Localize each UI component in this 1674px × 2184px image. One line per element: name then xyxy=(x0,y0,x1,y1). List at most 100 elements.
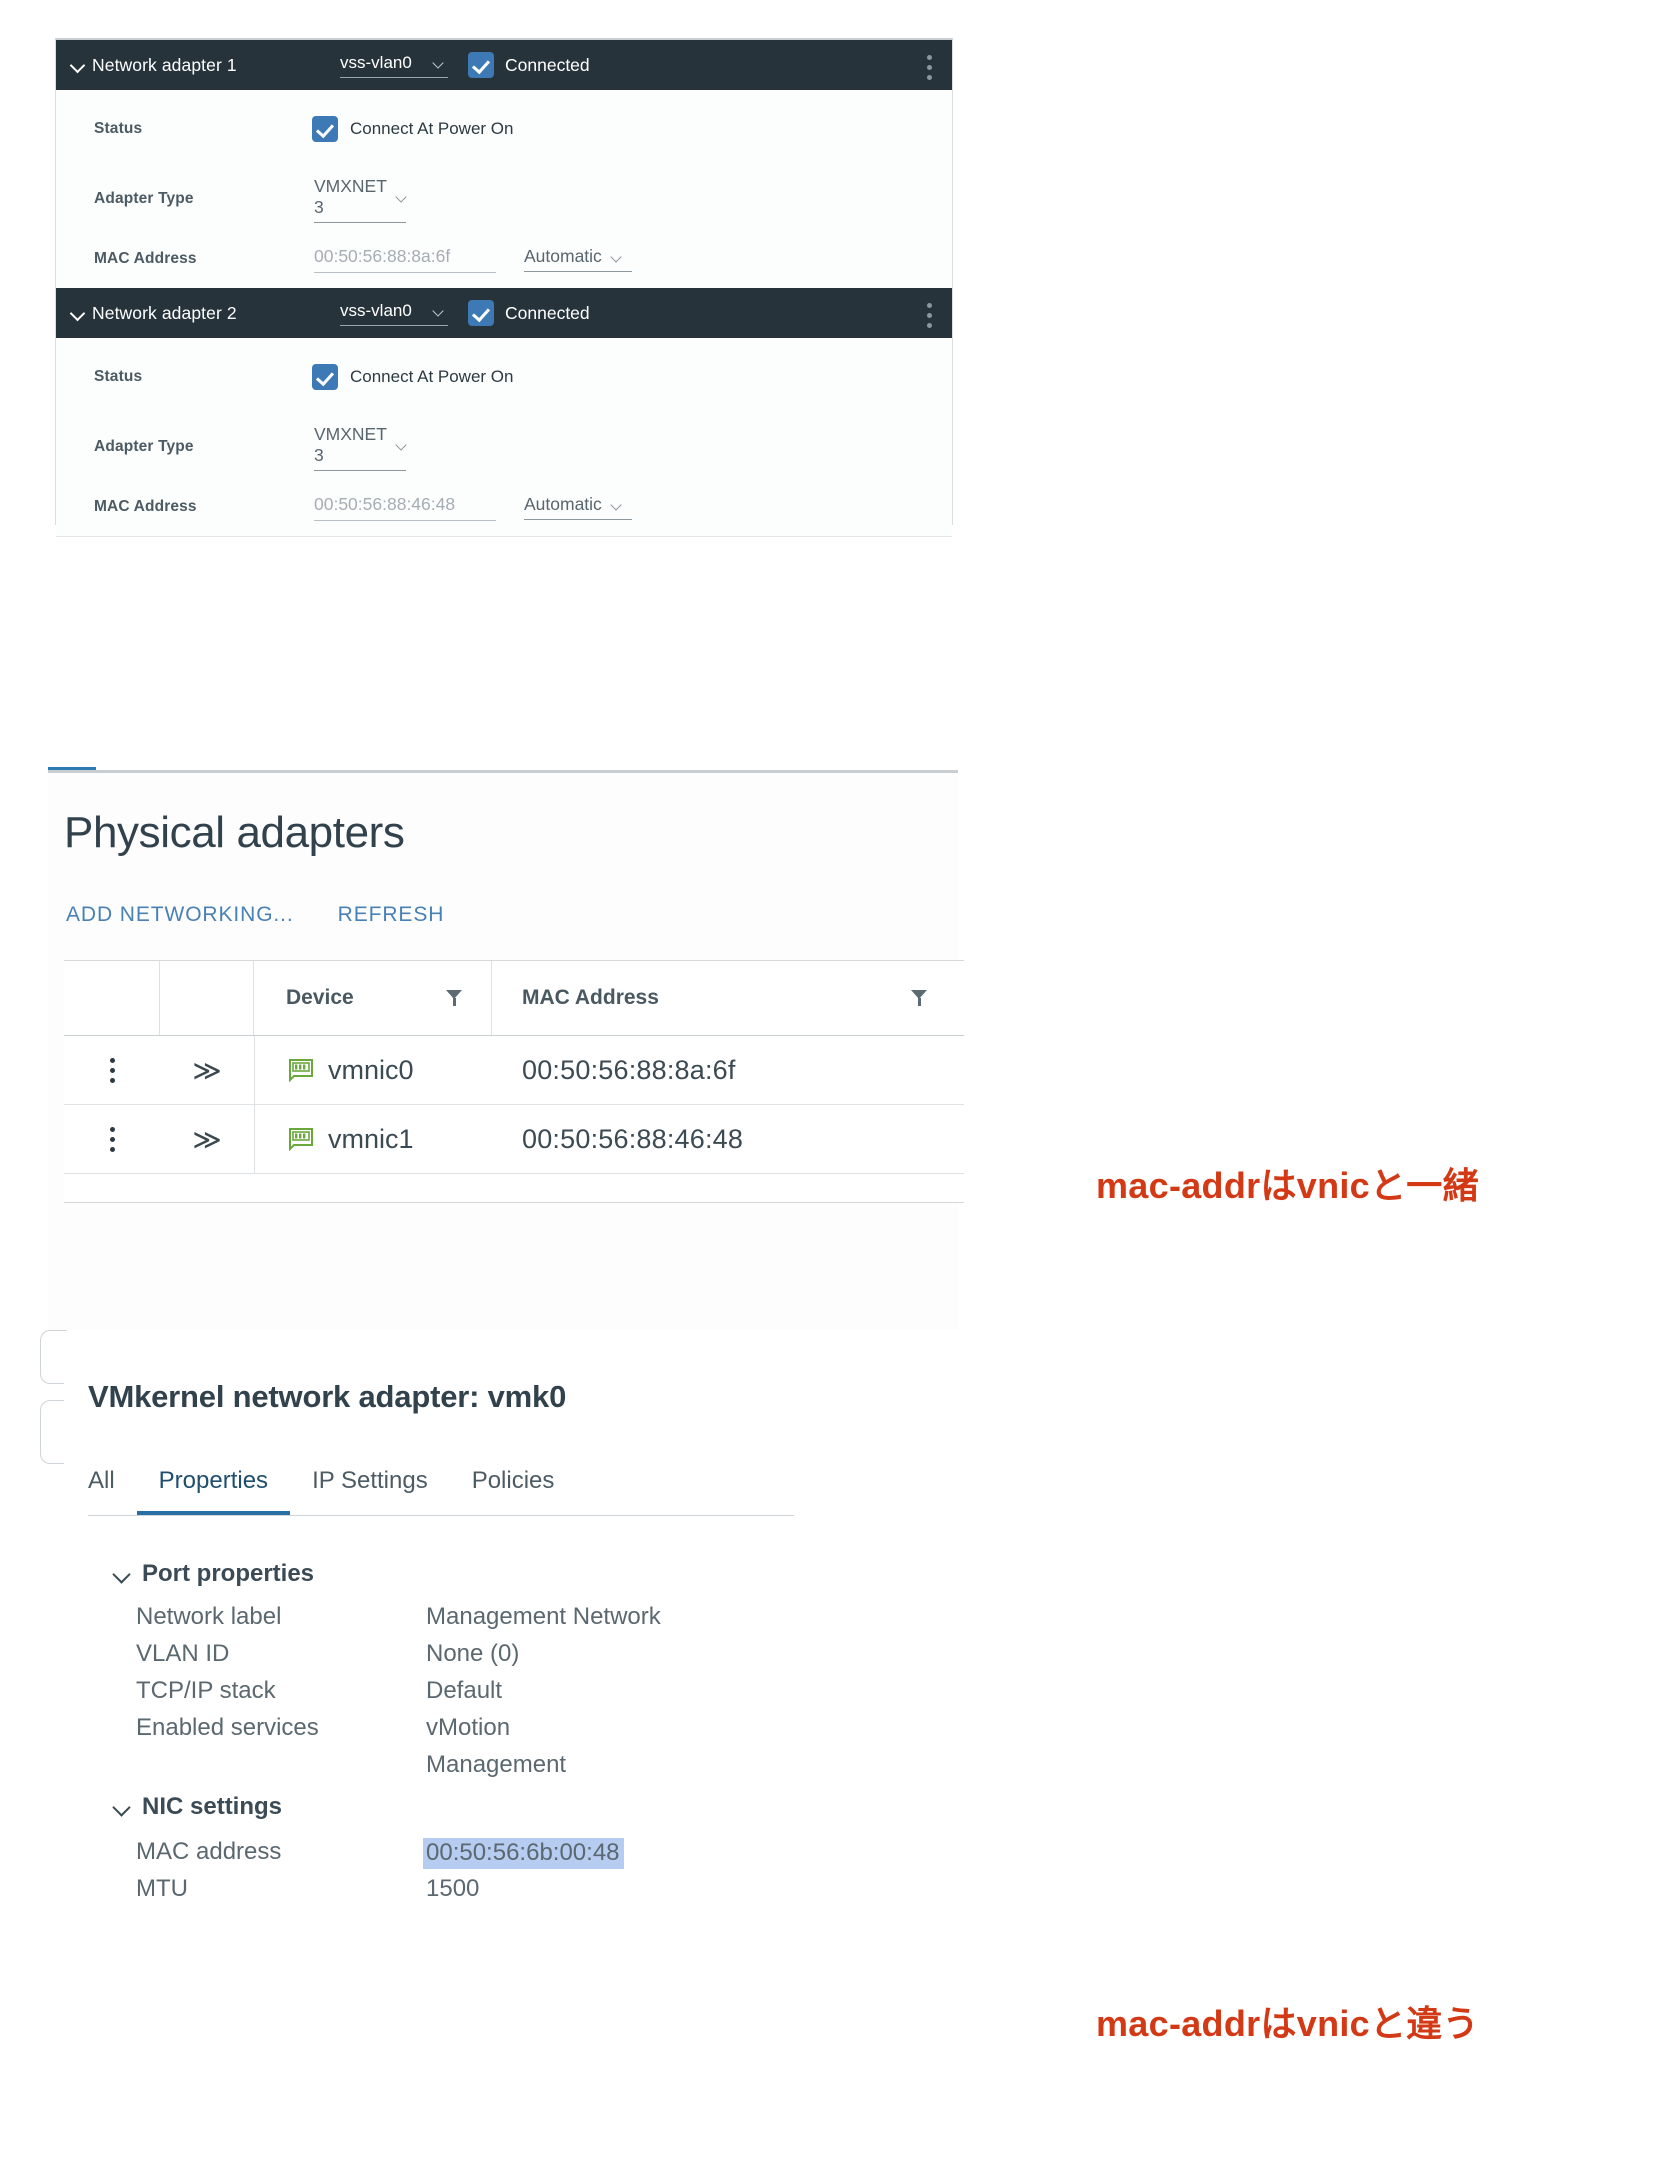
chevron-down-icon xyxy=(432,55,448,71)
panel-divider xyxy=(56,536,952,537)
expand-chevrons-icon[interactable]: ≫ xyxy=(192,1054,221,1087)
network-adapter-2-header[interactable]: Network adapter 2 vss-vlan0 Connected xyxy=(56,288,952,338)
row-expand-cell[interactable]: ≫ xyxy=(160,1036,254,1104)
nic-mac-address-key: MAC address xyxy=(136,1838,282,1865)
network-adapter-1-header[interactable]: Network adapter 1 vss-vlan0 Connected xyxy=(56,40,952,90)
tab-policies[interactable]: Policies xyxy=(450,1463,577,1515)
adapter2-adapter-type-value: VMXNET 3 xyxy=(314,423,387,465)
network-adapter-2-network-select[interactable]: vss-vlan0 xyxy=(340,301,448,326)
adapter2-adapter-type-label: Adapter Type xyxy=(94,438,194,455)
row-expand-cell[interactable]: ≫ xyxy=(160,1105,254,1173)
row-mac-cell: 00:50:56:88:46:48 xyxy=(492,1105,954,1173)
tab-properties[interactable]: Properties xyxy=(136,1463,291,1515)
adapter2-mac-input[interactable]: 00:50:56:88:46:48 xyxy=(314,494,496,521)
network-adapter-1-network-select[interactable]: vss-vlan0 xyxy=(340,53,448,78)
row-more-menu-icon[interactable] xyxy=(109,1057,115,1083)
table-footer-space xyxy=(64,1174,964,1203)
filter-icon[interactable] xyxy=(911,989,928,1007)
adapter1-adapter-type-select[interactable]: VMXNET 3 xyxy=(314,176,406,223)
adapter1-adapter-type-label: Adapter Type xyxy=(94,190,194,207)
network-adapter-2-network-value: vss-vlan0 xyxy=(340,300,412,320)
row-device-cell: vmnic1 xyxy=(254,1105,492,1173)
adapter1-mac-mode-select[interactable]: Automatic xyxy=(524,246,632,272)
panel-edge-artifact xyxy=(40,1400,67,1464)
physical-adapters-table: Device MAC Address ≫ vmnic0 00:50:56:88:… xyxy=(64,960,964,1203)
chevron-down-icon[interactable] xyxy=(70,57,86,73)
network-adapter-2-connected-toggle[interactable]: Connected xyxy=(468,300,590,326)
row-device-cell: vmnic0 xyxy=(254,1036,492,1104)
adapter1-connect-at-power-on[interactable]: Connect At Power On xyxy=(312,116,513,142)
adapter1-adapter-type-value: VMXNET 3 xyxy=(314,175,387,217)
add-networking-button[interactable]: ADD NETWORKING... xyxy=(66,903,294,927)
network-adapter-2-body: Status Connect At Power On Adapter Type … xyxy=(56,338,952,537)
checkbox-checked-icon[interactable] xyxy=(468,52,494,78)
refresh-button[interactable]: REFRESH xyxy=(338,903,445,927)
chevron-down-icon[interactable] xyxy=(112,1564,132,1584)
adapter1-status-row: Status Connect At Power On xyxy=(56,90,952,168)
nic-settings-group-title: NIC settings xyxy=(142,1793,283,1820)
network-adapter-1-body: Status Connect At Power On Adapter Type … xyxy=(56,90,952,288)
chevron-down-icon xyxy=(610,249,626,265)
row-more-menu-icon[interactable] xyxy=(109,1126,115,1152)
adapter2-adapter-type-select[interactable]: VMXNET 3 xyxy=(314,424,406,471)
annotation-mac-differs-from-vnic: mac-addrはvnicと違う xyxy=(1096,2003,1479,2044)
chevron-down-icon xyxy=(395,437,406,453)
table-header-row: Device MAC Address xyxy=(64,961,964,1036)
network-adapter-1-connected-label: Connected xyxy=(505,54,590,75)
network-adapter-1-connected-toggle[interactable]: Connected xyxy=(468,52,590,78)
vmkernel-title: VMkernel network adapter: vmk0 xyxy=(88,1379,567,1414)
chevron-down-icon xyxy=(395,189,406,205)
checkbox-checked-icon[interactable] xyxy=(312,364,338,390)
header-cell-device[interactable]: Device xyxy=(254,961,492,1035)
header-device-label: Device xyxy=(286,986,354,1009)
header-cell-mac-address[interactable]: MAC Address xyxy=(492,961,954,1035)
adapter1-mac-input[interactable]: 00:50:56:88:8a:6f xyxy=(314,246,496,273)
annotation-mac-same-as-vnic: mac-addrはvnicと一緒 xyxy=(1096,1165,1479,1206)
device-mac: 00:50:56:88:8a:6f xyxy=(522,1054,736,1085)
tab-all[interactable]: All xyxy=(88,1463,137,1515)
chevron-down-icon xyxy=(610,497,626,513)
device-mac: 00:50:56:88:46:48 xyxy=(522,1123,744,1154)
tab-ip-settings[interactable]: IP Settings xyxy=(290,1463,450,1515)
table-row[interactable]: ≫ vmnic1 00:50:56:88:46:48 xyxy=(64,1105,964,1174)
network-adapter-2-more-menu-icon[interactable] xyxy=(926,303,932,328)
enabled-services-value-1: vMotion xyxy=(426,1714,511,1741)
port-properties-group-header[interactable]: Port properties xyxy=(112,1560,314,1588)
row-actions-cell[interactable] xyxy=(64,1036,160,1104)
physical-adapters-actions: ADD NETWORKING... REFRESH xyxy=(66,903,444,927)
adapter2-mac-mode-value: Automatic xyxy=(524,494,602,514)
tcpip-stack-key: TCP/IP stack xyxy=(136,1677,276,1704)
expand-chevrons-icon[interactable]: ≫ xyxy=(192,1123,221,1156)
network-adapter-1-network-value: vss-vlan0 xyxy=(340,52,412,72)
chevron-down-icon[interactable] xyxy=(112,1797,132,1817)
header-cell-expand xyxy=(160,961,254,1035)
device-name: vmnic0 xyxy=(328,1054,414,1085)
row-actions-cell[interactable] xyxy=(64,1105,160,1173)
network-label-key: Network label xyxy=(136,1603,282,1630)
table-row[interactable]: ≫ vmnic0 00:50:56:88:8a:6f xyxy=(64,1036,964,1105)
nic-settings-group-header[interactable]: NIC settings xyxy=(112,1793,282,1821)
adapter2-connect-at-power-on[interactable]: Connect At Power On xyxy=(312,364,513,390)
checkbox-checked-icon[interactable] xyxy=(312,116,338,142)
network-adapter-1-more-menu-icon[interactable] xyxy=(926,55,932,80)
adapter2-mac-mode-select[interactable]: Automatic xyxy=(524,494,632,520)
adapter2-status-label: Status xyxy=(94,368,143,385)
adapter1-adapter-type-row: Adapter Type VMXNET 3 xyxy=(56,168,952,230)
physical-adapters-title: Physical adapters xyxy=(64,808,405,857)
network-adapter-2-title: Network adapter 2 xyxy=(92,302,237,323)
chevron-down-icon xyxy=(432,303,448,319)
network-adapter-2-connected-label: Connected xyxy=(505,302,590,323)
vmkernel-tabs: All Properties IP Settings Policies xyxy=(88,1463,794,1516)
device-name: vmnic1 xyxy=(328,1123,414,1154)
adapter1-mac-row: MAC Address 00:50:56:88:8a:6f Automatic xyxy=(56,230,952,288)
adapter2-status-value: Connect At Power On xyxy=(350,367,514,386)
adapter1-status-label: Status xyxy=(94,120,143,137)
checkbox-checked-icon[interactable] xyxy=(468,300,494,326)
adapter2-mac-label: MAC Address xyxy=(94,498,197,515)
vlan-id-key: VLAN ID xyxy=(136,1640,230,1667)
adapter2-adapter-type-row: Adapter Type VMXNET 3 xyxy=(56,416,952,478)
adapter1-status-value: Connect At Power On xyxy=(350,119,514,138)
mtu-key: MTU xyxy=(136,1875,188,1902)
filter-icon[interactable] xyxy=(446,989,463,1007)
chevron-down-icon[interactable] xyxy=(70,305,86,321)
